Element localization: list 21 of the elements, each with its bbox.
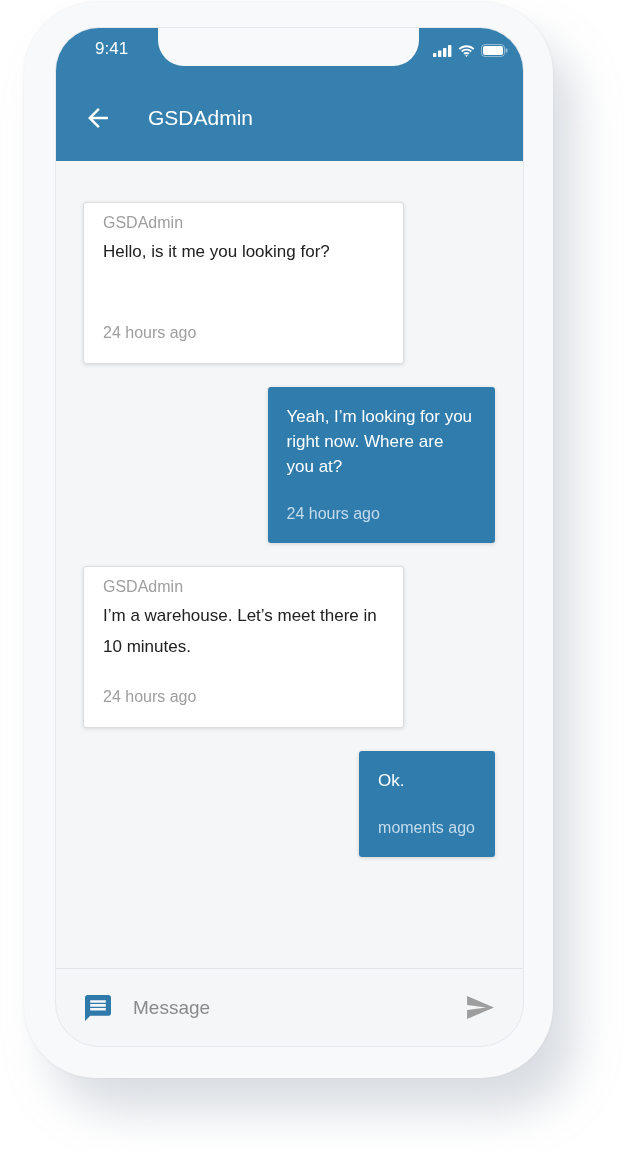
message-time: moments ago [378,818,475,838]
cellular-signal-icon [433,44,452,57]
chat-title: GSDAdmin [148,105,254,132]
message-time: 24 hours ago [103,687,197,707]
sender-name: GSDAdmin [103,213,184,233]
back-arrow-icon [88,108,108,128]
sender-name: GSDAdmin [103,577,184,597]
back-button[interactable] [88,108,108,128]
message-field[interactable]: Message [133,989,457,1026]
battery-icon [481,44,508,57]
message-time: 24 hours ago [286,504,380,524]
message-text: I’m a warehouse. Let’s meet there in 10 minutes. [103,605,378,658]
message-text: Ok. [378,770,405,792]
status-time: 9:41 [95,38,129,61]
send-button[interactable] [467,996,494,1019]
message-text: Hello, is it me you looking for? [103,241,330,263]
message-text: Yeah, I’m looking for you right now. Where are you at? [286,406,474,478]
chat-icon [85,994,111,1021]
message-time: 24 hours ago [103,323,197,343]
wifi-icon [458,44,475,57]
send-icon [467,996,494,1019]
